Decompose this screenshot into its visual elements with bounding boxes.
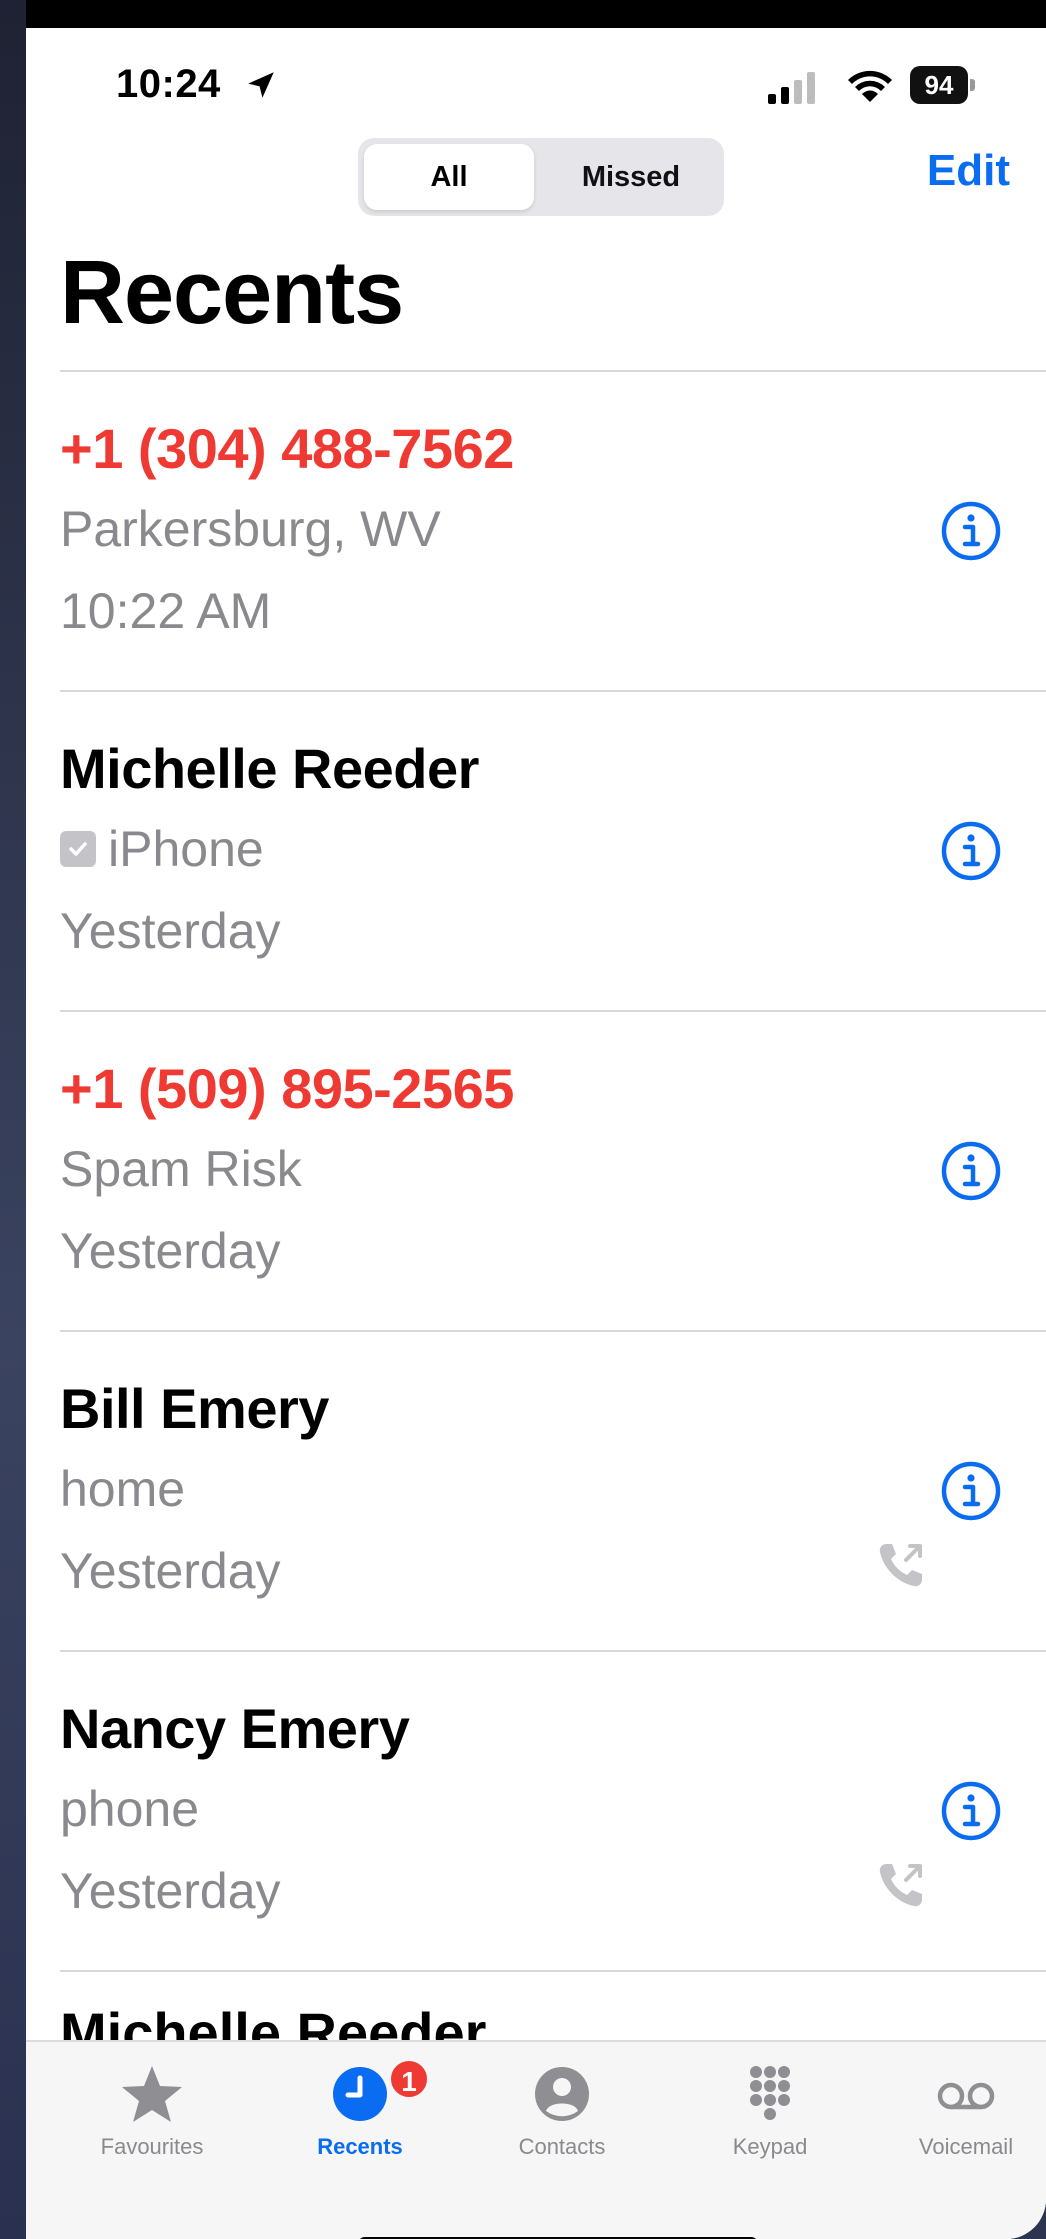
caller-name: Nancy Emery [60, 1697, 410, 1760]
call-time: 10:22 AM [60, 583, 272, 639]
phone-frame: 10:24 94 All Missed Edit Recents +1 (304… [0, 0, 1046, 2239]
info-icon[interactable] [940, 500, 1002, 562]
location-arrow-icon [248, 72, 274, 98]
info-icon[interactable] [940, 820, 1002, 882]
call-time: Yesterday [60, 1543, 281, 1599]
screen: 10:24 94 All Missed Edit Recents +1 (304… [26, 28, 1046, 2239]
segment-missed[interactable]: Missed [544, 144, 718, 210]
tab-favourites[interactable]: Favourites [62, 2064, 242, 2160]
call-row[interactable]: +1 (509) 895-2565 Spam Risk Yesterday [60, 1010, 1046, 1330]
call-time: Yesterday [60, 1223, 281, 1279]
info-icon[interactable] [940, 1780, 1002, 1842]
call-row[interactable]: Nancy Emery phone Yesterday [60, 1650, 1046, 1970]
missed-count-badge: 1 [388, 2058, 430, 2100]
caller-name: +1 (304) 488-7562 [60, 417, 514, 480]
segment-all[interactable]: All [364, 144, 534, 210]
tab-label: Recents [317, 2134, 403, 2159]
checkmark-icon [60, 831, 96, 867]
bezel [0, 0, 1046, 28]
call-subtitle: Parkersburg, WV [60, 500, 441, 558]
status-time: 10:24 [116, 62, 221, 106]
tab-voicemail[interactable]: Voicemail [876, 2064, 1046, 2160]
call-row[interactable]: +1 (304) 488-7562 Parkersburg, WV 10:22 … [60, 370, 1046, 690]
battery-icon: 94 [910, 66, 976, 104]
recents-list: +1 (304) 488-7562 Parkersburg, WV 10:22 … [60, 370, 1046, 1972]
edit-button[interactable]: Edit [927, 146, 1010, 196]
call-time: Yesterday [60, 903, 281, 959]
caller-name: +1 (509) 895-2565 [60, 1057, 514, 1120]
wifi-icon [848, 70, 892, 102]
call-row[interactable]: Bill Emery home Yesterday [60, 1330, 1046, 1650]
tab-label: Keypad [732, 2134, 808, 2159]
tab-label: Contacts [518, 2134, 606, 2159]
cellular-signal-icon [768, 72, 815, 104]
caller-name: Michelle Reeder [60, 737, 479, 800]
call-row-divider [60, 1970, 1046, 1972]
filter-segmented-control: All Missed [358, 138, 724, 216]
call-subtitle: phone [60, 1780, 199, 1838]
caller-name: Bill Emery [60, 1377, 329, 1440]
call-time: Yesterday [60, 1863, 281, 1919]
outgoing-call-icon [879, 1864, 922, 1907]
info-icon[interactable] [940, 1460, 1002, 1522]
tab-bar: Favourites 1 Recents Contacts Keypad Voi… [26, 2040, 1046, 2239]
call-subtitle-text: home [60, 1461, 186, 1517]
call-subtitle-text: iPhone [108, 821, 264, 877]
voicemail-icon [937, 2082, 995, 2110]
tab-label: Favourites [100, 2134, 204, 2159]
tab-contacts[interactable]: Contacts [472, 2064, 652, 2160]
keypad-icon [750, 2066, 790, 2120]
page-title: Recents [60, 243, 404, 343]
call-subtitle-text: phone [60, 1781, 200, 1837]
call-subtitle-text: Parkersburg, WV [60, 501, 441, 557]
call-row[interactable]: Michelle Reeder iPhone Yesterday [60, 690, 1046, 1010]
status-bar: 10:24 94 [26, 28, 1046, 148]
star-icon [122, 2066, 182, 2122]
bezel-side [0, 0, 26, 2239]
call-subtitle-text: Spam Risk [60, 1141, 302, 1197]
tab-label: Voicemail [918, 2134, 1014, 2159]
info-icon[interactable] [940, 1140, 1002, 1202]
call-subtitle: Spam Risk [60, 1140, 302, 1198]
tab-keypad[interactable]: Keypad [680, 2064, 860, 2160]
battery-level: 94 [910, 66, 968, 104]
tab-recents[interactable]: 1 Recents [270, 2058, 450, 2160]
call-subtitle: home [60, 1460, 185, 1518]
person-circle-icon [535, 2067, 589, 2121]
clock-icon [333, 2067, 387, 2121]
call-subtitle: iPhone [60, 820, 264, 878]
outgoing-call-icon [879, 1544, 922, 1587]
